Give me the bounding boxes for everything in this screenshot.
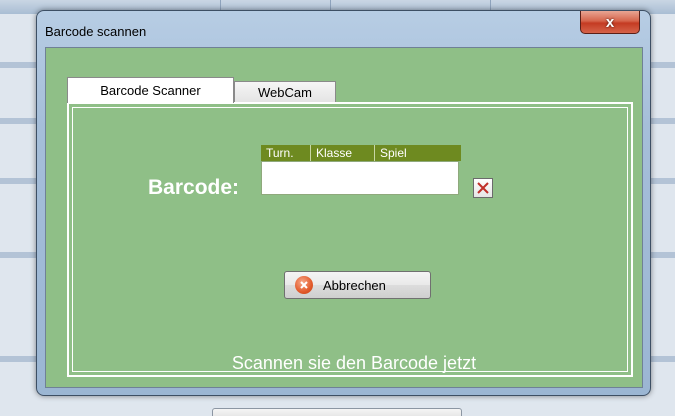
barcode-dialog: Barcode scannen x Barcode Scanner WebCam… — [36, 10, 651, 396]
window-title: Barcode scannen — [45, 24, 147, 39]
column-header-klasse: Klasse — [311, 145, 375, 161]
tab-webcam[interactable]: WebCam — [234, 81, 336, 103]
tab-label: WebCam — [258, 85, 312, 100]
cancel-icon — [295, 276, 313, 294]
cancel-button[interactable]: Abbrechen — [284, 271, 431, 299]
column-header-spiel: Spiel — [380, 146, 407, 160]
tab-barcode-scanner[interactable]: Barcode Scanner — [67, 77, 234, 103]
window-close-button[interactable]: x — [580, 11, 640, 34]
barcode-column-headers: Turn. Klasse Spiel — [261, 145, 461, 161]
barcode-input[interactable] — [261, 161, 459, 195]
dialog-client-area: Barcode Scanner WebCam Turn. Klasse Spie… — [45, 47, 643, 388]
panel-inner-border: Turn. Klasse Spiel Barcode: Abbrechen Sc… — [72, 107, 628, 373]
barcode-label: Barcode: — [148, 176, 240, 199]
tab-panel-barcode-scanner: Turn. Klasse Spiel Barcode: Abbrechen Sc… — [67, 102, 633, 377]
scan-hint-text: Scannen sie den Barcode jetzt — [231, 353, 477, 373]
close-icon: x — [605, 13, 615, 31]
clear-barcode-button[interactable] — [473, 178, 493, 198]
tab-label: Barcode Scanner — [100, 83, 201, 98]
clear-x-icon — [477, 182, 489, 194]
cancel-button-label: Abbrechen — [323, 277, 386, 293]
column-header-turnier: Turn. — [261, 145, 311, 161]
background-footer-button — [212, 408, 462, 416]
